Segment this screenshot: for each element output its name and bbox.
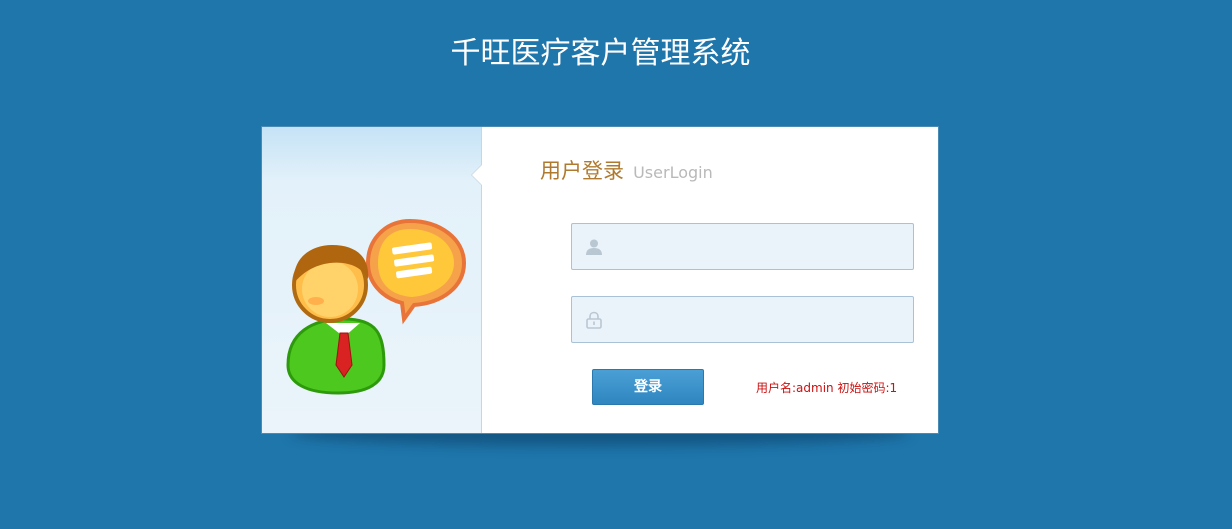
speech-bubble-icon: [365, 218, 467, 325]
page-title: 千旺医疗客户管理系统: [450, 36, 751, 71]
password-field[interactable]: [571, 296, 914, 344]
user-icon: [586, 239, 602, 255]
panel-notch: [472, 165, 482, 185]
login-illustration-panel: [262, 127, 482, 433]
login-heading: 用户登录 UserLogin: [540, 155, 713, 185]
username-field[interactable]: [571, 223, 914, 271]
login-heading-cn: 用户登录: [540, 159, 624, 183]
lock-icon: [586, 311, 602, 329]
login-button[interactable]: 登录: [592, 369, 704, 405]
login-box: 用户登录 UserLogin 登录 用户名:admin 初始密码:1: [261, 126, 939, 434]
credentials-hint: 用户名:admin 初始密码:1: [756, 381, 898, 395]
login-heading-en: UserLogin: [633, 163, 713, 182]
username-input[interactable]: [614, 224, 908, 271]
password-input[interactable]: [614, 297, 908, 344]
user-chat-illustration: [286, 218, 467, 395]
